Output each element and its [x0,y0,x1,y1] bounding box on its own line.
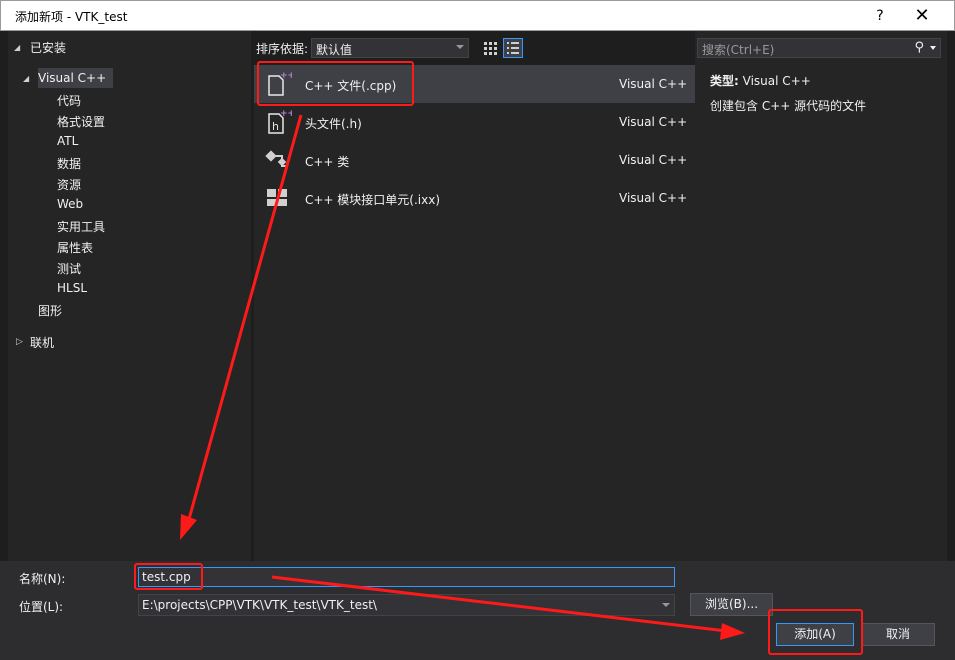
tree-item-property-sheet[interactable]: 属性表 [57,239,93,256]
template-language: Visual C++ [619,115,688,129]
type-label: 类型: [710,74,739,88]
module-unit-icon [264,184,292,212]
search-input[interactable]: 搜索(Ctrl+E) ⚲ [697,38,941,58]
close-button[interactable]: ✕ [907,5,937,27]
template-description: 创建包含 C++ 源代码的文件 [710,99,867,113]
location-field[interactable]: E:\projects\CPP\VTK\VTK_test\VTK_test\ [138,594,675,616]
sort-dropdown[interactable]: 默认值 [311,38,469,58]
chevron-down-icon[interactable] [662,603,670,607]
help-button[interactable]: ? [869,5,891,27]
tree-item-web[interactable]: Web [57,197,83,211]
location-value: E:\projects\CPP\VTK\VTK_test\VTK_test\ [142,598,377,612]
grid-view-icon[interactable] [480,38,500,58]
tree-item-code[interactable]: 代码 [57,92,81,109]
tree-item-visual-cpp[interactable]: Visual C++ [38,71,106,85]
chevron-down-icon [456,45,464,49]
tree-item-data[interactable]: 数据 [57,155,81,172]
template-name: C++ 模块接口单元(.ixx) [305,193,441,207]
svg-text:h: h [272,120,279,133]
tree-item-online[interactable]: 联机 [30,334,54,351]
cancel-button[interactable]: 取消 [861,623,935,646]
category-tree: ◢ 已安装 ◢ Visual C++ 代码 格式设置 ATL 数据 资源 Web… [8,31,251,561]
template-list: ++ C++ 文件(.cpp) Visual C++ h ++ 头文件(.h) … [254,65,695,561]
template-item-header-file[interactable]: h ++ 头文件(.h) Visual C++ [254,103,695,141]
sort-label: 排序依据: [256,42,309,56]
name-label: 名称(N): [19,572,66,586]
template-language: Visual C++ [619,153,688,167]
tree-item-test[interactable]: 测试 [57,260,81,277]
template-panel: 排序依据: 默认值 ++ C++ 文件(.cpp) Visual C++ h +… [251,31,695,561]
template-name: 头文件(.h) [305,117,362,131]
tree-item-atl[interactable]: ATL [57,134,78,148]
details-panel: 搜索(Ctrl+E) ⚲ 类型: Visual C++ 创建包含 C++ 源代码… [695,31,947,561]
highlight-box-add [768,609,863,655]
svg-text:++: ++ [280,109,292,119]
expanded-arrow-icon[interactable]: ◢ [23,74,29,83]
tree-item-installed[interactable]: 已安装 [30,39,66,56]
expanded-arrow-icon[interactable]: ◢ [14,43,20,52]
location-label: 位置(L): [19,600,64,614]
tree-item-resource[interactable]: 资源 [57,176,81,193]
sort-value: 默认值 [316,43,353,57]
collapsed-arrow-icon[interactable]: ▷ [16,337,23,347]
tree-item-formatting[interactable]: 格式设置 [57,113,105,130]
highlight-box-cpp-file [257,61,414,106]
type-value: Visual C++ [742,74,811,88]
highlight-box-name [134,563,203,590]
template-item-cpp-class[interactable]: C++ 类 Visual C++ [254,141,695,179]
chevron-down-icon[interactable] [930,46,936,50]
dialog-titlebar: 添加新项 - VTK_test ? ✕ [0,0,955,31]
tree-item-utility[interactable]: 实用工具 [57,218,105,235]
tree-item-graphics[interactable]: 图形 [38,302,62,319]
template-language: Visual C++ [619,77,688,91]
browse-button[interactable]: 浏览(B)... [690,593,773,616]
search-placeholder: 搜索(Ctrl+E) [702,43,775,57]
search-icon[interactable]: ⚲ [914,40,924,55]
template-item-module-unit[interactable]: C++ 模块接口单元(.ixx) Visual C++ [254,179,695,217]
name-field[interactable]: test.cpp [138,567,675,587]
header-file-icon: h ++ [264,108,295,136]
cpp-class-icon [264,146,292,174]
tree-item-hlsl[interactable]: HLSL [57,281,87,295]
template-language: Visual C++ [619,191,688,205]
type-info: 类型: Visual C++ [710,72,811,89]
dialog-title: 添加新项 - VTK_test [15,10,128,24]
template-name: C++ 类 [305,155,350,169]
list-view-icon[interactable] [503,38,523,58]
